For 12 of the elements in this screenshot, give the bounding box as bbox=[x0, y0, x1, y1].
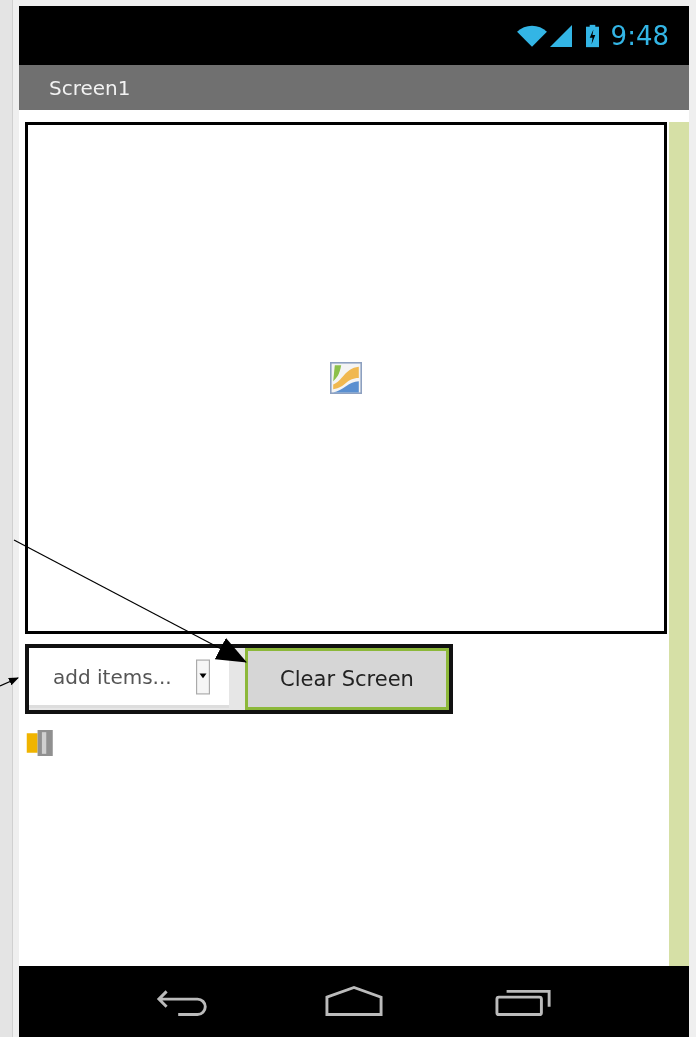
wifi-icon bbox=[515, 23, 548, 48]
battery-icon bbox=[585, 23, 599, 48]
image-icon bbox=[330, 362, 362, 394]
canvas-area[interactable] bbox=[25, 122, 667, 634]
screen-title: Screen1 bbox=[49, 75, 131, 100]
annotation-arrow bbox=[0, 677, 19, 687]
home-icon[interactable] bbox=[325, 984, 383, 1019]
signal-icon bbox=[549, 24, 572, 47]
status-time: 9:48 bbox=[610, 20, 669, 51]
clear-screen-button[interactable]: Clear Screen bbox=[245, 648, 449, 710]
list-picker[interactable]: add items... bbox=[29, 648, 229, 708]
dropdown-caret-icon bbox=[195, 657, 210, 696]
